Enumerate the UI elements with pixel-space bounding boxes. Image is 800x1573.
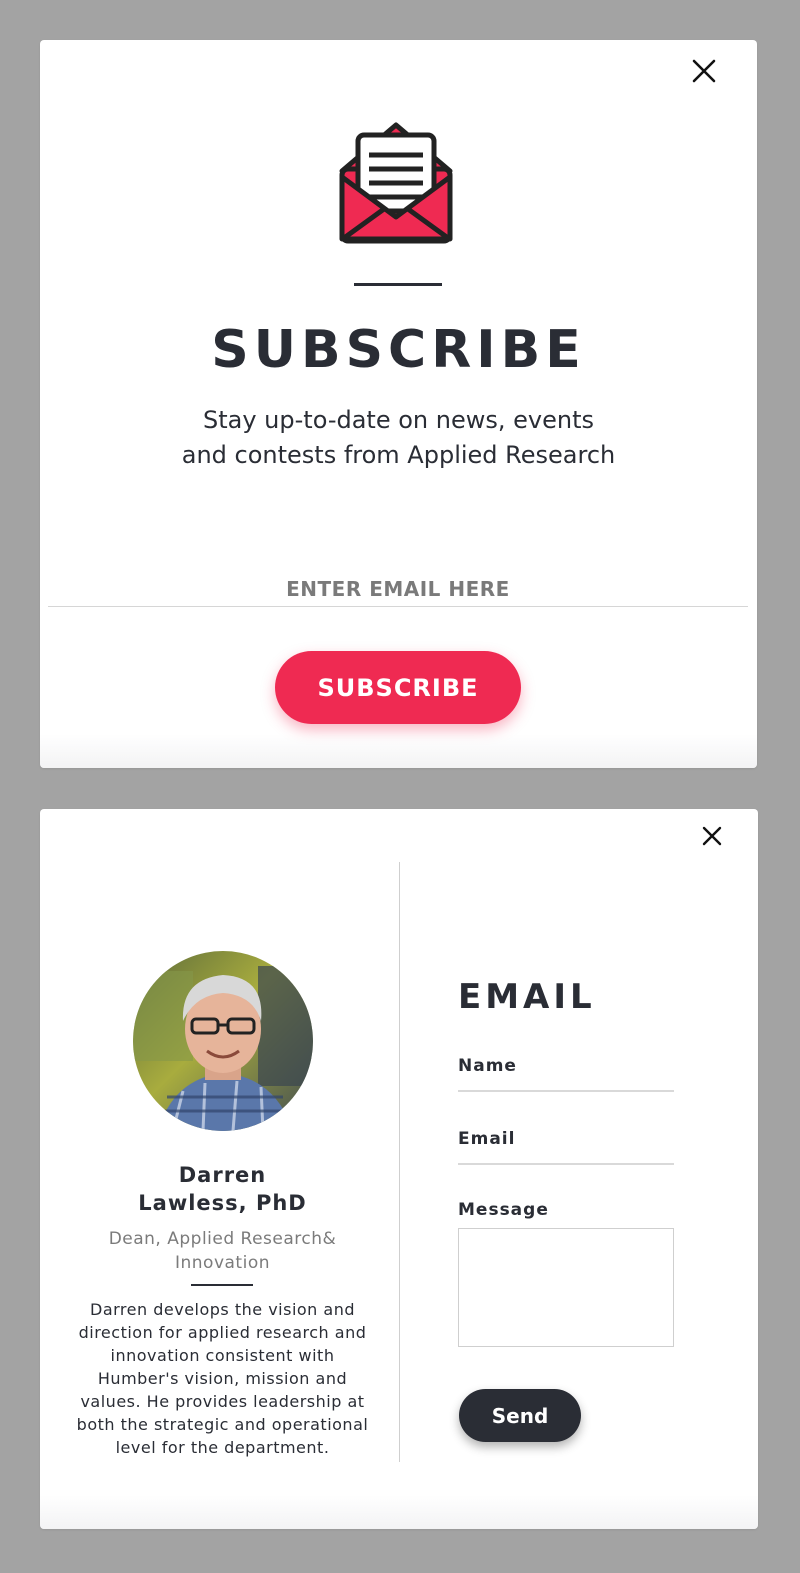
- role-line: Innovation: [174, 1253, 270, 1273]
- subscribe-button[interactable]: SUBSCRIBE: [275, 651, 521, 724]
- person-bio: Darren develops the vision and direction…: [60, 1298, 385, 1459]
- message-label: Message: [458, 1200, 549, 1220]
- envelope-open-icon: [338, 121, 454, 245]
- form-title: EMAIL: [458, 977, 596, 1017]
- divider: [191, 1284, 253, 1286]
- bio-line: Darren develops the vision and: [90, 1300, 355, 1319]
- bio-line: Humber's vision, mission and: [97, 1369, 348, 1388]
- email-input[interactable]: [48, 572, 748, 607]
- description-line: Stay up-to-date on news, events: [203, 406, 594, 434]
- person-name: Darren Lawless, PhD: [60, 1161, 385, 1217]
- subscribe-description: Stay up-to-date on news, events and cont…: [140, 403, 657, 473]
- subscribe-modal: SUBSCRIBE Stay up-to-date on news, event…: [40, 40, 757, 768]
- divider: [354, 283, 442, 286]
- bio-line: direction for applied research and: [78, 1323, 367, 1342]
- name-field[interactable]: [458, 1066, 674, 1092]
- name-line: Lawless, PhD: [138, 1191, 307, 1215]
- close-icon[interactable]: [699, 823, 725, 849]
- send-button[interactable]: Send: [459, 1389, 581, 1442]
- bio-line: innovation consistent with: [110, 1346, 335, 1365]
- role-line: Dean, Applied Research&: [108, 1229, 337, 1249]
- name-line: Darren: [178, 1163, 267, 1187]
- contact-modal: Darren Lawless, PhD Dean, Applied Resear…: [40, 809, 758, 1529]
- bio-line: values. He provides leadership at: [80, 1392, 365, 1411]
- person-role: Dean, Applied Research& Innovation: [80, 1227, 365, 1275]
- message-field[interactable]: [458, 1228, 674, 1347]
- description-line: and contests from Applied Research: [181, 441, 616, 469]
- subscribe-title: SUBSCRIBE: [211, 320, 586, 380]
- column-divider: [399, 862, 400, 1462]
- avatar: [133, 951, 313, 1131]
- bio-line: level for the department.: [115, 1438, 330, 1457]
- bio-line: both the strategic and operational: [76, 1415, 369, 1434]
- email-field[interactable]: [458, 1139, 674, 1165]
- close-icon[interactable]: [691, 58, 717, 84]
